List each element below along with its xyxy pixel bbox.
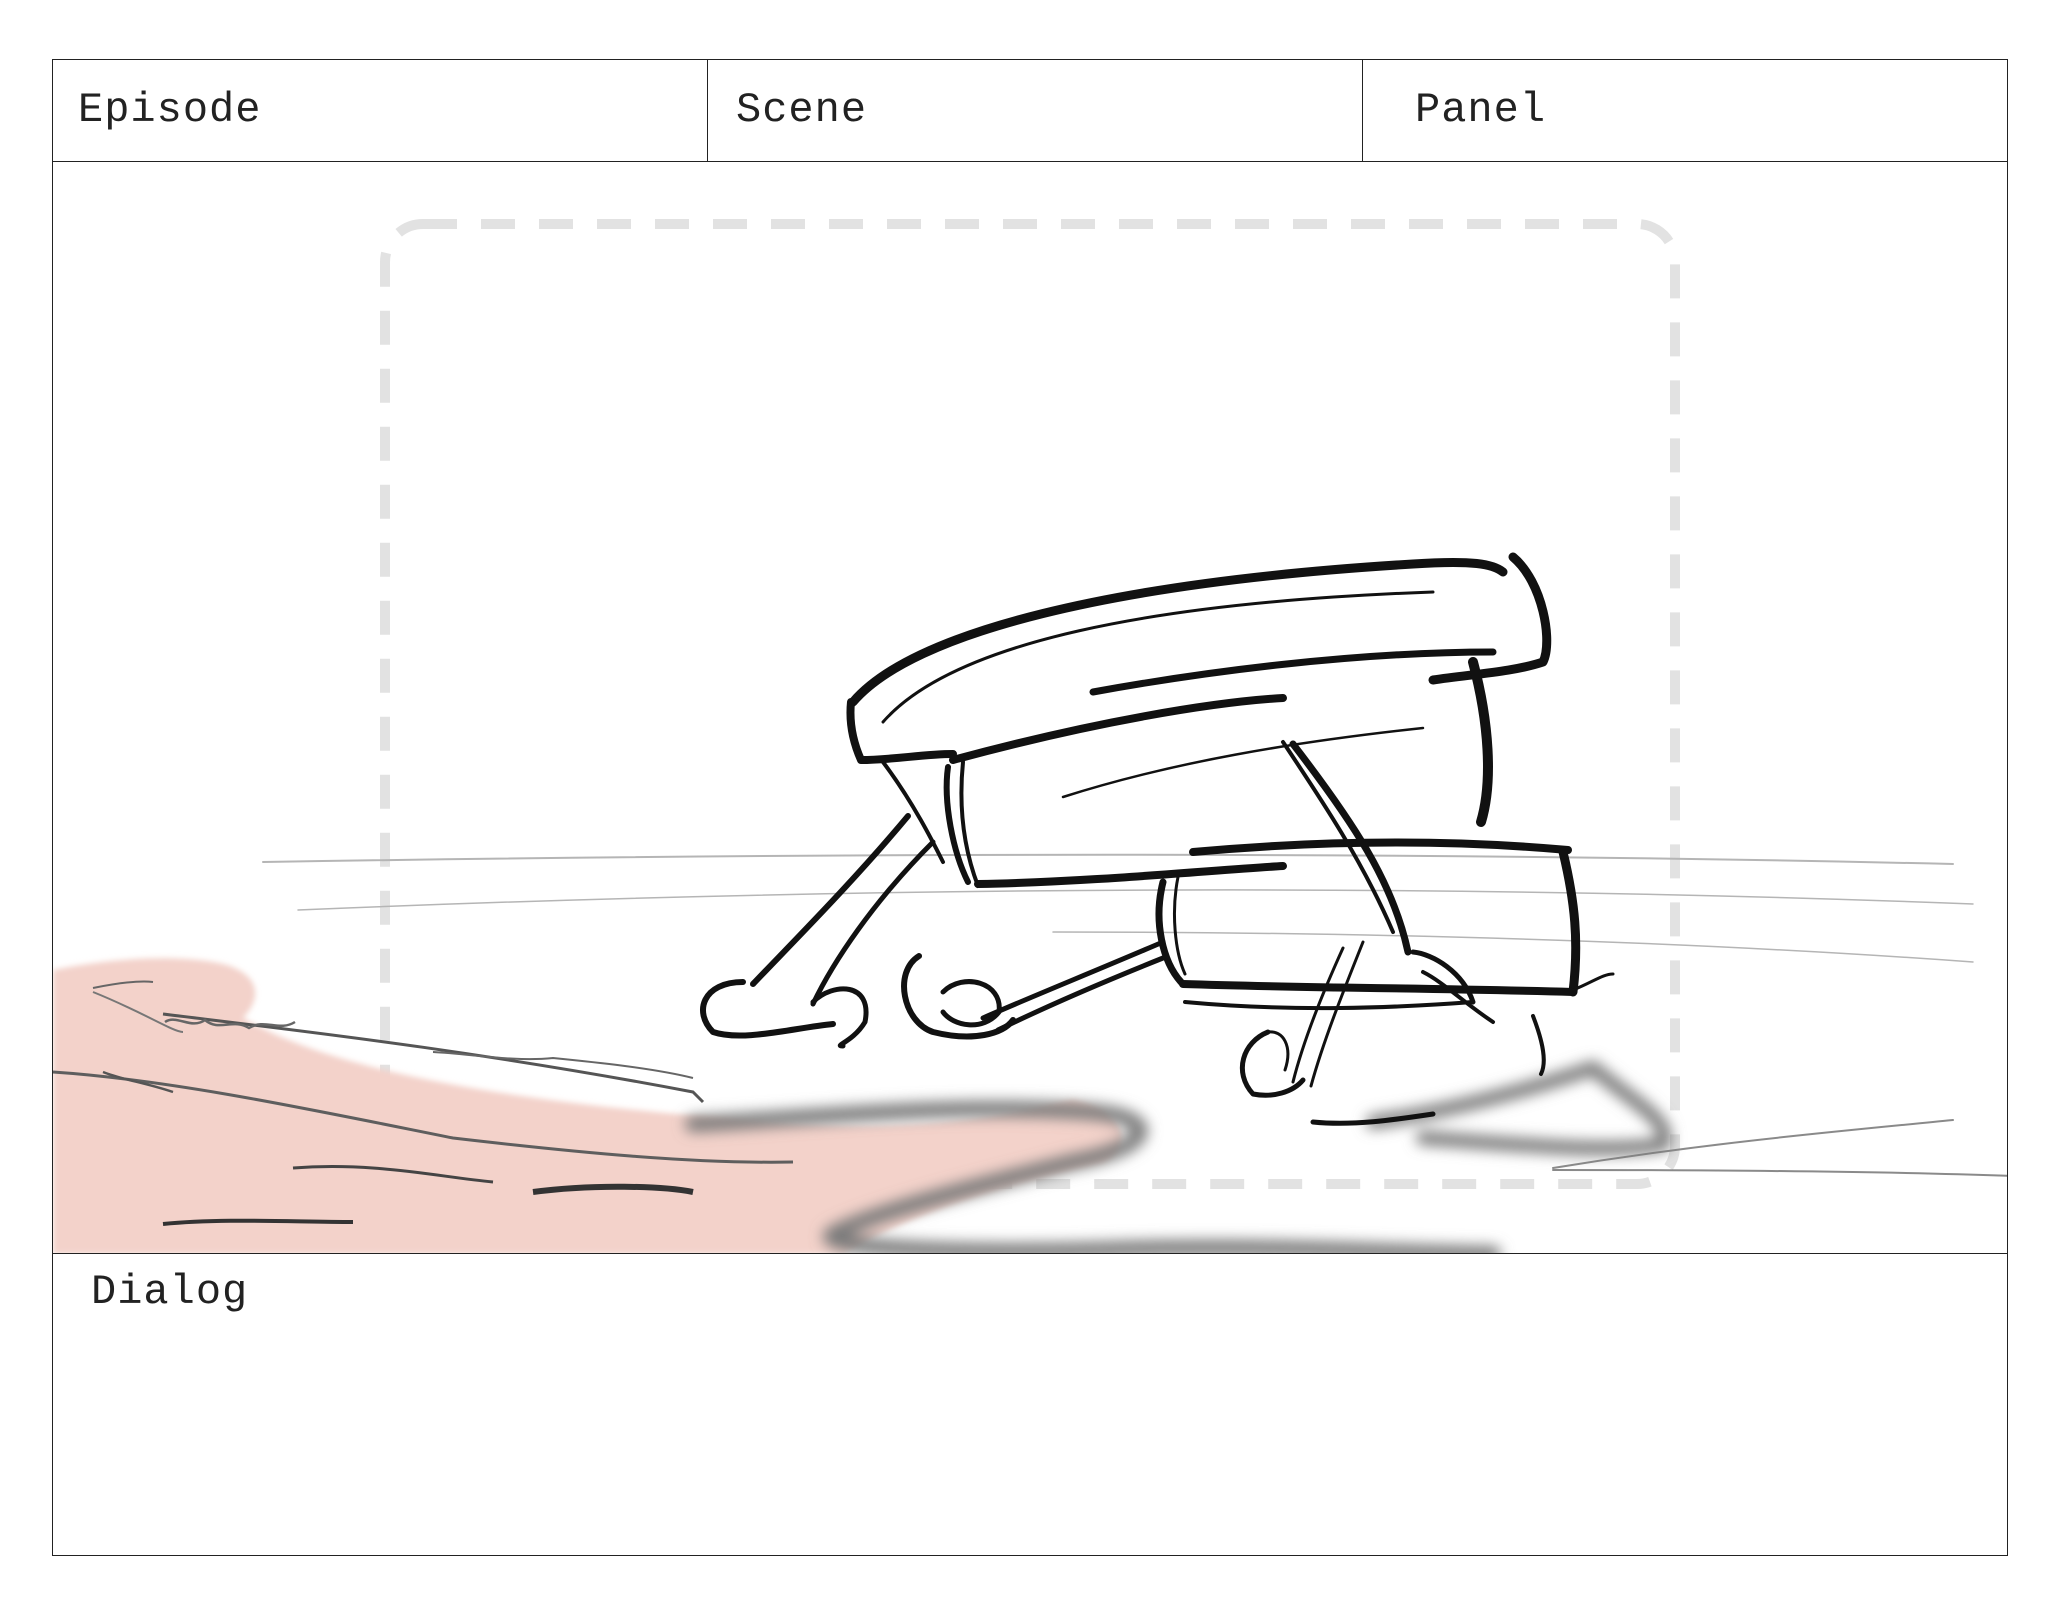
drawing-area[interactable]	[53, 162, 2007, 1254]
dialog-area[interactable]: Dialog	[53, 1254, 2007, 1555]
panel-label: Panel	[1415, 86, 1547, 134]
storyboard-panel-sheet: Episode Scene Panel Dialog	[52, 59, 2008, 1556]
episode-cell[interactable]: Episode	[53, 60, 708, 161]
dialog-label: Dialog	[91, 1268, 249, 1316]
header-row: Episode Scene Panel	[53, 60, 2007, 162]
scene-cell[interactable]: Scene	[708, 60, 1363, 161]
sketch-canvas	[53, 219, 2007, 1253]
scene-label: Scene	[736, 86, 868, 134]
character-sketch	[700, 552, 1615, 1126]
episode-label: Episode	[78, 86, 262, 134]
panel-cell[interactable]: Panel	[1363, 60, 2009, 161]
